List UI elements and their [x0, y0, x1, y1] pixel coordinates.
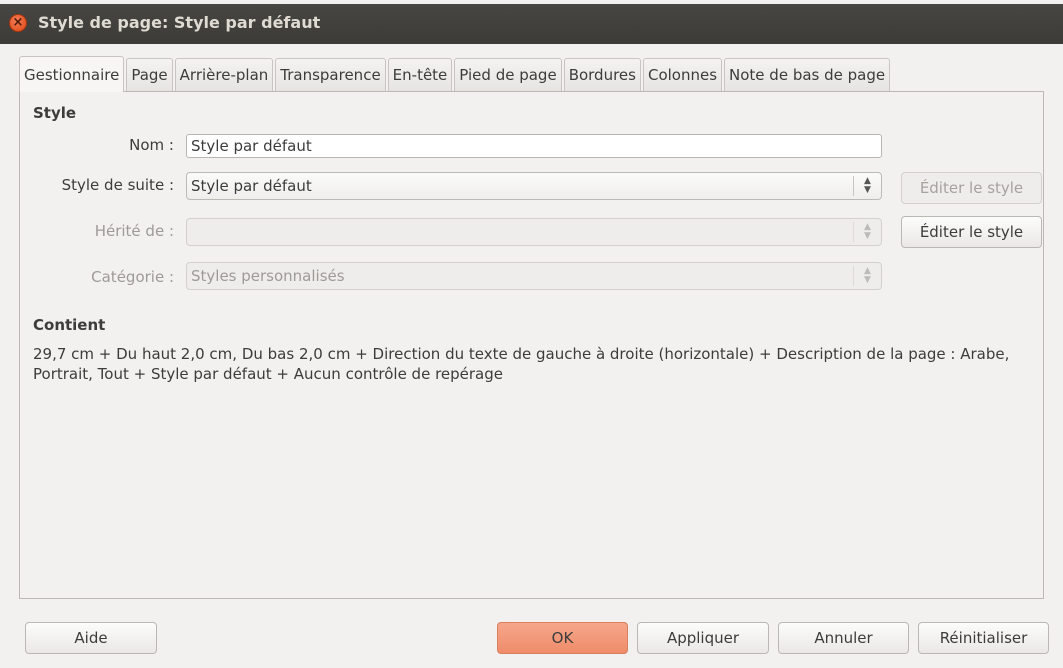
contains-description: 29,7 cm + Du haut 2,0 cm, Du bas 2,0 cm … — [33, 345, 1010, 383]
next-style-select[interactable]: Style par défaut ▲ ▼ — [186, 172, 882, 200]
spin-arrows-icon: ▲ ▼ — [853, 266, 881, 286]
tab-page[interactable]: Page — [126, 58, 173, 92]
tab-transparence[interactable]: Transparence — [275, 58, 386, 92]
edit-next-style-button[interactable]: Éditer le style — [901, 172, 1042, 204]
tab-pied-de-page[interactable]: Pied de page — [454, 58, 562, 92]
tab-bar: Gestionnaire Page Arrière-plan Transpare… — [19, 56, 891, 92]
next-style-value: Style par défaut — [191, 177, 312, 195]
tab-en-tete[interactable]: En-tête — [387, 58, 453, 92]
name-input[interactable]: Style par défaut — [186, 134, 882, 158]
window-titlebar: × Style de page: Style par défaut — [0, 0, 1063, 44]
inherited-label: Hérité de : — [94, 222, 174, 240]
close-icon[interactable]: × — [9, 14, 27, 32]
apply-button[interactable]: Appliquer — [637, 622, 769, 654]
contains-heading: Contient — [33, 316, 106, 334]
reset-button[interactable]: Réinitialiser — [918, 622, 1049, 654]
inherited-select[interactable]: ▲ ▼ — [186, 218, 882, 246]
window-title: Style de page: Style par défaut — [38, 13, 321, 32]
spin-arrows-icon: ▲ ▼ — [853, 222, 881, 242]
category-value: Styles personnalisés — [191, 267, 345, 285]
tab-colonnes[interactable]: Colonnes — [642, 58, 723, 92]
help-button[interactable]: Aide — [25, 622, 157, 654]
category-select[interactable]: Styles personnalisés ▲ ▼ — [186, 262, 882, 290]
edit-inherited-style-button[interactable]: Éditer le style — [901, 216, 1042, 248]
spin-arrows-icon: ▲ ▼ — [853, 176, 881, 196]
category-label: Catégorie : — [91, 268, 174, 286]
tab-gestionnaire[interactable]: Gestionnaire — [19, 56, 125, 92]
name-label: Nom : — [129, 136, 174, 154]
tab-arriere-plan[interactable]: Arrière-plan — [174, 58, 274, 92]
tab-bordures[interactable]: Bordures — [563, 58, 641, 92]
style-heading: Style — [33, 104, 77, 122]
next-style-label: Style de suite : — [61, 176, 174, 194]
ok-button[interactable]: OK — [497, 622, 628, 654]
tab-note-de-bas-de-page[interactable]: Note de bas de page — [724, 58, 891, 92]
cancel-button[interactable]: Annuler — [778, 622, 909, 654]
